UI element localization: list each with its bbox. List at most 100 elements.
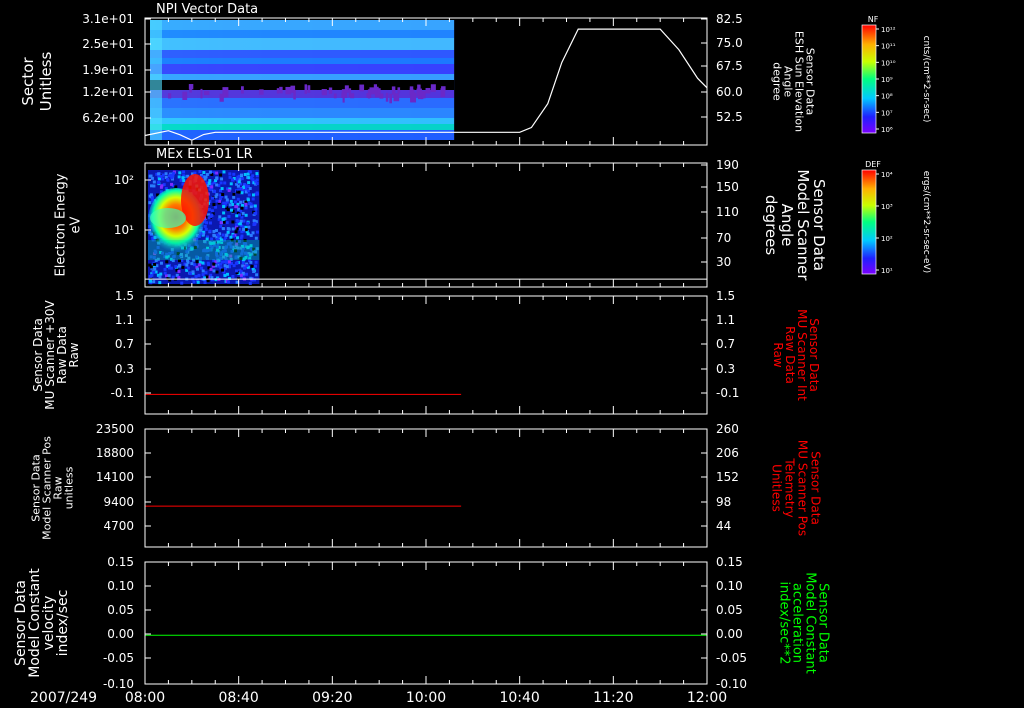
els-pixel <box>228 203 232 207</box>
els-pixel <box>215 199 219 203</box>
els-pixel <box>167 174 171 178</box>
els-pixel <box>226 208 230 212</box>
els-pixel <box>256 192 260 196</box>
els-pixel <box>163 271 167 275</box>
npi-speckle <box>344 85 349 93</box>
y-tick-label-right: 0.00 <box>716 627 743 641</box>
npi-speckle <box>425 87 431 94</box>
els-pixel <box>171 275 175 279</box>
els-pixel <box>232 234 236 238</box>
els-pixel <box>240 204 244 208</box>
npi-speckle <box>279 86 283 94</box>
els-pixel <box>226 280 230 284</box>
npi-band <box>150 30 455 38</box>
els-pixel <box>238 222 242 226</box>
y-tick-label-left: 0.3 <box>115 362 134 376</box>
npi-speckle <box>379 93 384 99</box>
els-pixel <box>212 233 216 237</box>
els-pixel <box>213 190 217 194</box>
els-pixel <box>166 177 170 181</box>
els-pixel <box>240 177 244 181</box>
els-pixel <box>149 265 153 269</box>
npi-speckle <box>203 90 210 96</box>
els-pixel <box>219 221 223 225</box>
els-pixel <box>218 215 222 219</box>
npi-speckle <box>276 88 280 94</box>
els-pixel <box>185 263 189 267</box>
els-pixel <box>177 264 181 268</box>
els-pixel <box>191 270 195 274</box>
npi-band <box>150 38 455 50</box>
els-pixel <box>244 272 248 276</box>
els-pixel <box>163 267 167 271</box>
els-pixel <box>222 170 226 174</box>
els-lower-band <box>148 240 260 260</box>
els-pixel <box>246 232 250 236</box>
els-pixel <box>198 260 202 264</box>
els-pixel <box>207 181 211 185</box>
y-tick-label-right: 44 <box>716 519 731 533</box>
els-pixel <box>179 178 183 182</box>
els-pixel <box>242 219 246 223</box>
els-pixel <box>214 205 218 209</box>
panel-title: NPI Vector Data <box>156 2 258 17</box>
els-pixel <box>252 223 256 227</box>
els-pixel <box>232 195 236 199</box>
y-tick-label-left: 1.9e+01 <box>82 63 134 77</box>
els-pixel <box>235 223 239 227</box>
npi-band <box>150 108 455 118</box>
els-pixel <box>182 179 186 183</box>
els-pixel <box>192 280 196 284</box>
els-pixel <box>222 260 226 264</box>
els-pixel <box>236 175 240 179</box>
y-tick-label-left: 1.1 <box>115 313 134 327</box>
els-pixel <box>210 213 214 217</box>
els-pixel <box>152 180 156 184</box>
y-tick-label-left: -0.1 <box>111 386 134 400</box>
els-pixel <box>234 230 238 234</box>
els-pixel <box>152 280 156 284</box>
npi-speckle <box>366 92 369 98</box>
els-pixel <box>225 265 229 269</box>
colorbar <box>861 169 877 275</box>
els-pixel <box>237 190 241 194</box>
els-pixel <box>214 228 218 232</box>
els-pixel <box>227 189 231 193</box>
y-tick-label-left: 2.5e+01 <box>82 37 134 51</box>
els-pixel <box>233 200 237 204</box>
els-pixel <box>192 263 196 267</box>
els-pixel <box>212 269 216 273</box>
els-pixel <box>182 170 186 174</box>
els-pixel <box>196 280 200 284</box>
npi-speckle <box>240 86 244 94</box>
npi-speckle <box>304 84 307 94</box>
y-axis-label-right: Unitless <box>770 464 784 512</box>
els-pixel <box>234 205 238 209</box>
els-pixel <box>157 180 161 184</box>
colorbar-units: ergs/(cm**2-sr-sec-eV) <box>921 171 931 273</box>
y-axis-label-left: Sector <box>19 57 37 106</box>
els-pixel <box>217 217 221 221</box>
els-pixel <box>207 207 211 211</box>
y-tick-label-right: 1.1 <box>716 313 735 327</box>
els-pixel <box>219 224 223 228</box>
els-pixel <box>223 274 227 278</box>
els-pixel <box>246 221 250 225</box>
y-tick-label-left: 3.1e+01 <box>82 12 134 26</box>
els-pixel <box>208 170 212 174</box>
els-pixel <box>231 275 235 279</box>
els-pixel <box>221 193 225 197</box>
els-pixel <box>195 260 199 264</box>
y-tick-label-right: 70 <box>716 231 731 245</box>
els-pixel <box>165 260 169 264</box>
els-pixel <box>197 273 201 277</box>
els-pixel <box>210 185 214 189</box>
els-pixel <box>222 205 226 209</box>
els-pixel <box>212 203 216 207</box>
els-pixel <box>231 227 235 231</box>
panel-title: MEx ELS-01 LR <box>156 147 253 162</box>
els-pixel <box>158 275 162 279</box>
npi-edge <box>150 20 162 140</box>
npi-speckle <box>290 85 296 93</box>
y-tick-label-right: 190 <box>716 158 739 172</box>
